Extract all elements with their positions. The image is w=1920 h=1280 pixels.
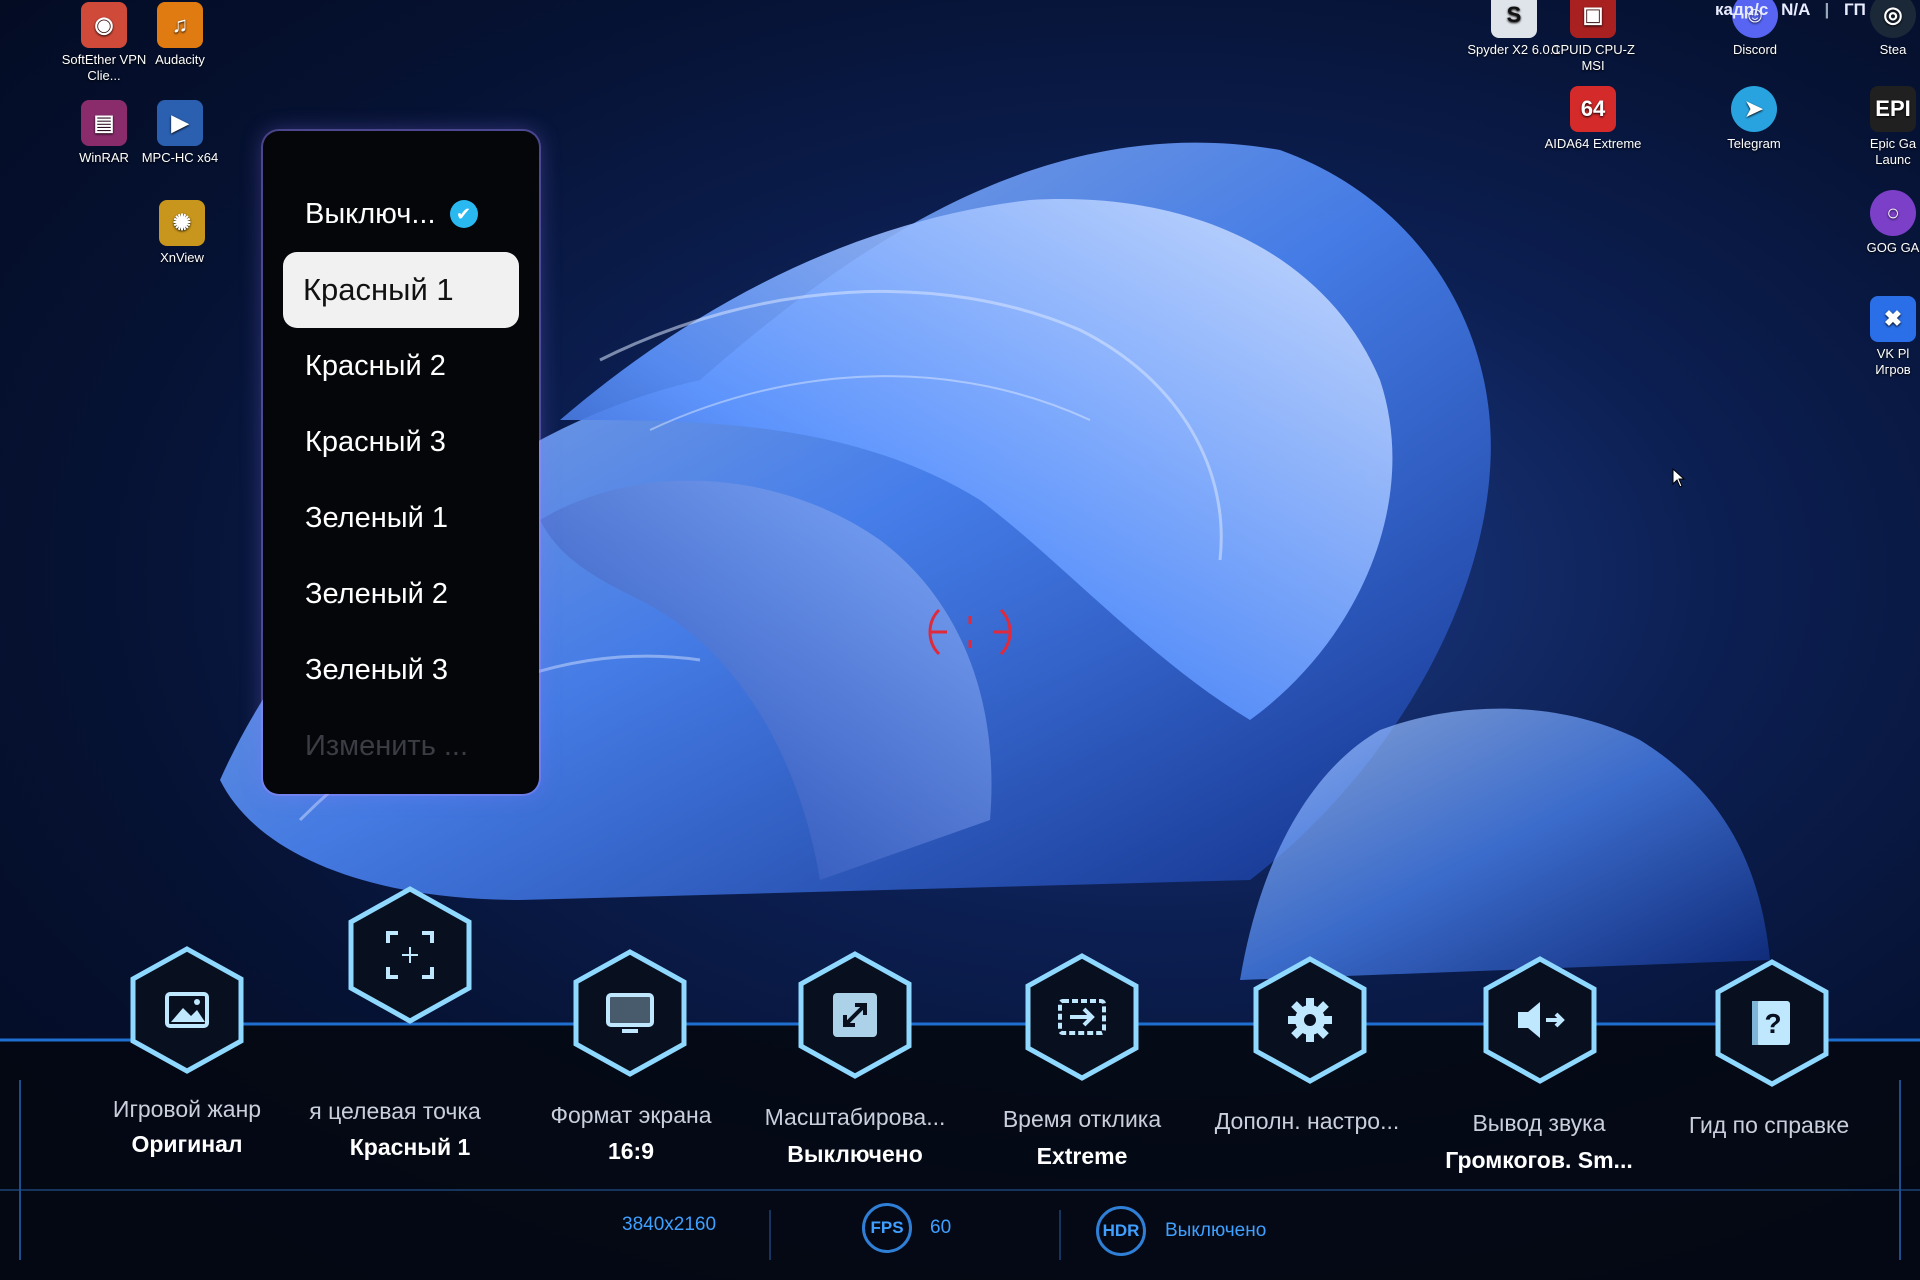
menu-item-label: Зеленый 3 [305,653,448,686]
fps-status-value: N/A [1781,0,1810,19]
option-label-crosshair: я целевая точка [309,1098,481,1124]
crosshair-dropdown-menu: Выключ... ✔ Красный 1 Красный 2 Красный … [263,131,539,794]
option-label-response-time: Время отклика [1002,1106,1162,1132]
hex-button-response-time[interactable] [1022,952,1142,1082]
desktop-icon-audacity[interactable]: ♫ Audacity [130,2,230,68]
menu-item-label: Зеленый 2 [305,577,448,610]
desktop-icon-label: Audacity [155,52,205,67]
option-value-aspect-ratio: 16:9 [607,1138,655,1164]
hex-button-help-guide[interactable]: ? [1712,958,1832,1088]
hex-button-sound-output[interactable] [1480,955,1600,1085]
option-label-advanced-settings: Дополн. настро... [1214,1108,1400,1134]
option-value-game-genre: Оригинал [131,1131,243,1157]
menu-item-edit: Изменить ... [283,708,519,784]
mouse-cursor-icon [1672,468,1686,488]
hex-button-crosshair[interactable] [345,885,475,1025]
option-value-sound-output: Громкогов. Sm... [1445,1147,1633,1173]
status-divider: | [1824,0,1830,19]
desktop-icon-aida64[interactable]: 64 AIDA64 Extreme [1543,86,1643,152]
desktop-icon-label: VK Pl Игров [1875,346,1911,377]
option-value-crosshair: Красный 1 [349,1134,471,1160]
desktop-icon-vk-play[interactable]: ✖ VK Pl Игров [1866,296,1920,378]
desktop-icon-steam[interactable]: ◎ Stea [1866,0,1920,58]
hex-button-advanced-settings[interactable] [1250,955,1370,1085]
menu-item-red-1[interactable]: Красный 1 [283,252,519,328]
overlay-status-bar: кадр/с N/A | ГП [1715,0,1866,22]
monitor-icon [606,993,654,1033]
option-value-scaling: Выключено [787,1141,923,1167]
hex-button-aspect-ratio[interactable] [570,948,690,1078]
epic-games-icon: EPI [1870,86,1916,132]
option-label-aspect-ratio: Формат экрана [550,1102,712,1128]
option-label-help-guide: Гид по справке [1688,1112,1850,1138]
hdr-value: Выключено [1165,1220,1267,1241]
telegram-icon: ➤ [1731,86,1777,132]
desktop-icon-label: CPUID CPU-Z MSI [1551,42,1635,73]
help-book-icon: ? [1752,1001,1790,1045]
menu-item-green-1[interactable]: Зеленый 1 [283,480,519,556]
softether-icon: ◉ [81,2,127,48]
image-icon [165,992,209,1028]
desktop-icon-label: Epic Ga Launc [1869,136,1917,167]
xnview-icon: ✺ [159,200,205,246]
menu-item-off[interactable]: Выключ... ✔ [283,176,519,252]
fps-status-label: кадр/с [1715,0,1769,19]
gear-icon [1288,998,1332,1042]
menu-item-label: Выключ... [305,197,436,230]
menu-item-red-2[interactable]: Красный 2 [283,328,519,404]
menu-item-label: Красный 3 [305,425,446,458]
hdr-badge-icon: HDR [1096,1206,1146,1256]
vk-play-icon: ✖ [1870,296,1916,342]
desktop-icon-label: Discord [1732,42,1778,57]
cpu-z-icon: ▣ [1570,0,1616,38]
expand-icon [833,993,877,1037]
mpc-hc-icon: ▶ [157,100,203,146]
menu-item-green-2[interactable]: Зеленый 2 [283,556,519,632]
fps-badge-icon: FPS [862,1203,912,1253]
resolution-info: 3840x2160 [622,1214,717,1235]
desktop-icon-label: GOG GA [1866,240,1920,255]
checkmark-icon: ✔ [449,200,478,228]
menu-item-label: Изменить ... [305,729,469,762]
option-label-scaling: Масштабирова... [764,1104,946,1130]
option-value-response-time: Extreme [1036,1143,1128,1169]
response-time-icon [1058,999,1106,1035]
desktop-icon-mpc-hc[interactable]: ▶ MPC-HC x64 [130,100,230,166]
desktop-icon-gog-galaxy[interactable]: ○ GOG GA [1866,190,1920,256]
desktop-icon-label: Stea [1879,42,1907,57]
spyder-icon: S [1491,0,1537,38]
hex-button-game-genre[interactable] [127,945,247,1075]
desktop-icon-label: AIDA64 Extreme [1544,136,1642,151]
menu-item-label: Красный 1 [303,272,454,307]
desktop-icon-xnview[interactable]: ✺ XnView [132,200,232,266]
desktop-icon-telegram[interactable]: ➤ Telegram [1704,86,1804,152]
option-label-sound-output: Вывод звука [1472,1110,1606,1136]
gog-galaxy-icon: ○ [1870,190,1916,236]
speaker-output-icon [1518,1002,1565,1038]
desktop-icon-label: MPC-HC x64 [141,150,219,165]
desktop-icon-cpu-z[interactable]: ▣ CPUID CPU-Z MSI [1543,0,1643,74]
option-label-game-genre: Игровой жанр [112,1096,262,1122]
crosshair-overlay-icon [928,608,1012,656]
menu-item-label: Красный 2 [305,349,446,382]
menu-item-label: Зеленый 1 [305,501,448,534]
winrar-icon: ▤ [81,100,127,146]
desktop-icon-label: Telegram [1727,136,1781,151]
svg-text:?: ? [1764,1008,1781,1039]
steam-icon: ◎ [1870,0,1916,38]
gpu-status-label: ГП [1843,0,1866,19]
fps-value: 60 [930,1217,952,1238]
desktop-icon-epic-games[interactable]: EPI Epic Ga Launc [1866,86,1920,168]
crosshair-target-icon [386,931,434,979]
aida64-icon: 64 [1570,86,1616,132]
hex-button-scaling[interactable] [795,950,915,1080]
menu-item-green-3[interactable]: Зеленый 3 [283,632,519,708]
menu-item-red-3[interactable]: Красный 3 [283,404,519,480]
desktop-icon-label: XnView [160,250,204,265]
audacity-icon: ♫ [157,2,203,48]
